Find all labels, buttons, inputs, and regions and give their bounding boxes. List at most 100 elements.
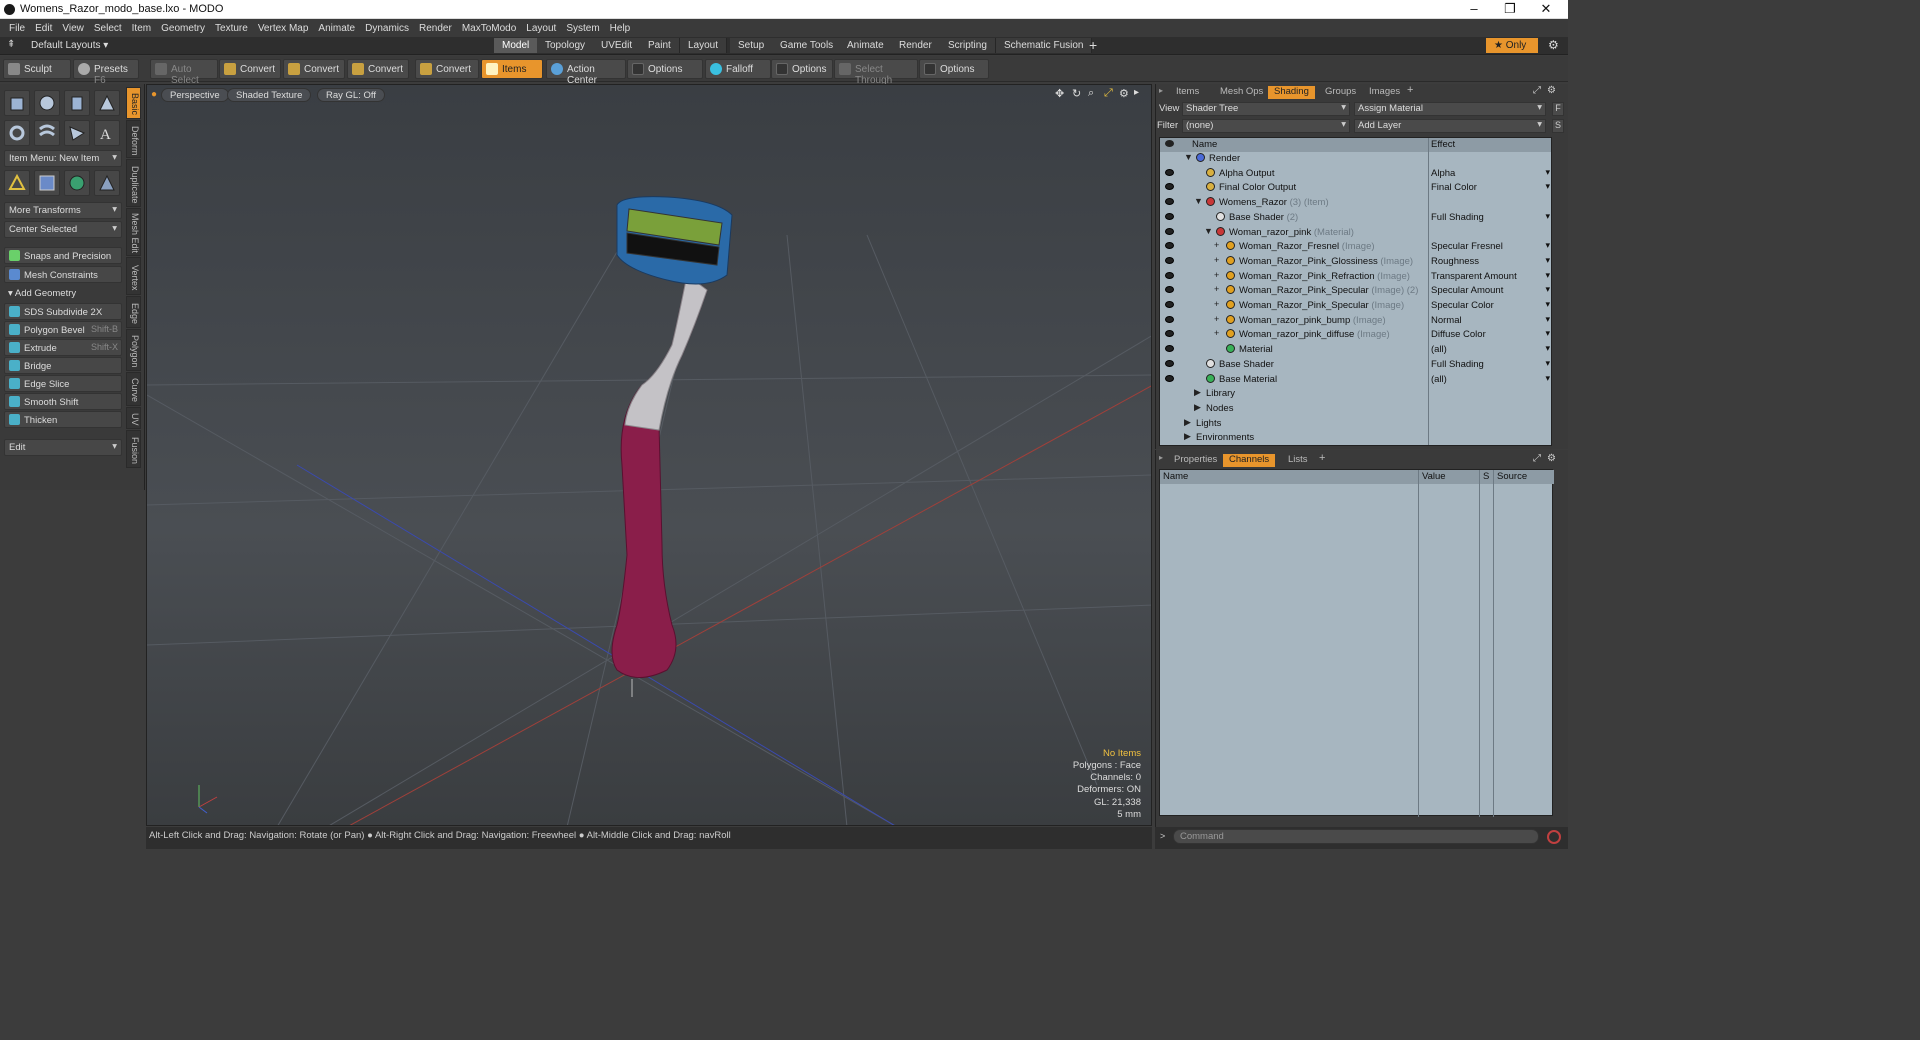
panel-gear-icon[interactable]: ⚙ [1547,85,1556,96]
layout-up-icon[interactable]: ⇞ [7,39,15,50]
effect-value[interactable]: Specular Fresnel [1431,241,1503,252]
sculpt-button[interactable]: Sculpt [3,59,71,79]
layout-dropdown[interactable]: Default Layouts ▾ [31,40,108,51]
add-geometry-header[interactable]: ▾ Add Geometry [4,286,122,301]
effect-dropdown-icon[interactable]: ▾ [1545,284,1550,295]
expand-toggle-icon[interactable]: + [1214,284,1219,294]
tool-thicken[interactable]: Thicken [4,411,122,428]
menu-system[interactable]: System [566,23,599,34]
tool-edge-slice[interactable]: Edge Slice [4,375,122,392]
tab-channels[interactable]: Channels [1223,454,1276,467]
add-layer-dropdown[interactable]: Add Layer [1354,119,1546,133]
effect-dropdown-icon[interactable]: ▾ [1545,343,1550,354]
tool-bridge[interactable]: Bridge [4,357,122,374]
options-button-2[interactable]: Options [771,59,833,79]
name-column-header[interactable]: Name [1192,139,1217,150]
expand-toggle-icon[interactable]: + [1214,255,1219,265]
panel-menu-icon[interactable]: ▸ [1159,86,1163,95]
panel-expand-icon[interactable]: ⤢ [1533,453,1541,464]
shader-tree-row[interactable]: + Woman_Razor_Pink_Specular (Image) (2) Sp… [1160,284,1551,299]
menu-maxtomodo[interactable]: MaxToModo [462,23,516,34]
command-input[interactable]: Command [1173,829,1539,844]
vtab-uv[interactable]: UV [126,407,141,429]
auto-select-button[interactable]: Auto Select [150,59,218,86]
menu-file[interactable]: File [9,23,25,34]
expand-toggle-icon[interactable]: ▼ [1194,196,1203,206]
expand-toggle-icon[interactable]: ▶ [1184,417,1191,428]
cube-icon[interactable] [4,90,30,116]
tool-smooth-shift[interactable]: Smooth Shift [4,393,122,410]
menu-help[interactable]: Help [610,23,631,34]
assign-material-button[interactable]: Assign Material [1354,102,1546,116]
visibility-eye-icon[interactable] [1165,301,1174,308]
menu-geometry[interactable]: Geometry [161,23,205,34]
expand-toggle-icon[interactable]: ▼ [1184,152,1193,162]
effect-value[interactable]: Alpha [1431,168,1455,179]
visibility-eye-icon[interactable] [1165,286,1174,294]
tube-icon[interactable] [34,120,60,146]
vtab-duplicate[interactable]: Duplicate [126,159,141,207]
tab-scripting[interactable]: Scripting [940,38,996,53]
expand-toggle-icon[interactable]: ▼ [1204,226,1213,236]
tool-extrude[interactable]: Extrude Shift-X [4,339,122,356]
zoom-icon[interactable]: ⌕ [1088,87,1094,100]
close-icon[interactable]: ✕ [1536,1,1556,17]
viewport-expand-icon[interactable]: ▸ [1134,87,1139,98]
menu-view[interactable]: View [62,23,84,34]
effect-dropdown-icon[interactable]: ▾ [1545,314,1550,325]
viewport-gear-icon[interactable]: ⚙ [1119,87,1129,100]
vtab-basic[interactable]: Basic [126,87,141,119]
shader-tree-row[interactable]: ▼ Render [1160,152,1551,167]
effect-value[interactable]: Full Shading [1431,212,1484,223]
channel-s-header[interactable]: S [1483,471,1489,482]
effect-dropdown-icon[interactable]: ▾ [1545,255,1550,266]
shader-tree-row[interactable]: + Woman_razor_pink_bump (Image) Normal ▾ [1160,314,1551,329]
channel-name-header[interactable]: Name [1163,471,1188,482]
add-tab-icon[interactable]: + [1319,452,1325,464]
cylinder-icon[interactable] [64,90,90,116]
minimize-icon[interactable]: – [1464,1,1484,16]
expand-toggle-icon[interactable]: ▶ [1194,387,1201,398]
falloff-button[interactable]: Falloff [705,59,771,79]
vtab-fusion[interactable]: Fusion [126,430,141,468]
pen-icon[interactable] [64,120,90,146]
options-button-1[interactable]: Options [627,59,703,79]
effect-dropdown-icon[interactable]: ▾ [1545,240,1550,251]
tab-items[interactable]: Items [1170,86,1205,99]
vtab-vertex[interactable]: Vertex [126,257,141,295]
only-toggle[interactable]: ★ Only [1486,38,1538,53]
shader-tree-row[interactable]: + Woman_Razor_Fresnel (Image) Specular Fre… [1160,240,1551,255]
visibility-eye-icon[interactable] [1165,374,1174,382]
vtab-mesh-edit[interactable]: Mesh Edit [126,208,141,256]
vtab-edge[interactable]: Edge [126,296,141,328]
vtab-curve[interactable]: Curve [126,372,141,406]
effect-value[interactable]: Roughness [1431,256,1479,267]
expand-toggle-icon[interactable]: + [1214,240,1219,250]
expand-toggle-icon[interactable]: + [1214,328,1219,338]
effect-dropdown-icon[interactable]: ▾ [1545,181,1550,192]
expand-toggle-icon[interactable]: + [1214,270,1219,280]
visibility-eye-icon[interactable] [1165,330,1174,338]
effect-value[interactable]: Diffuse Color [1431,329,1486,340]
edit-dropdown[interactable]: Edit [4,439,122,456]
visibility-eye-icon[interactable] [1165,242,1174,250]
f-button[interactable]: F [1552,102,1564,116]
tab-lists[interactable]: Lists [1282,454,1314,467]
effect-value[interactable]: Transparent Amount [1431,271,1517,282]
effect-dropdown-icon[interactable]: ▾ [1545,167,1550,178]
visibility-eye-icon[interactable] [1165,168,1174,176]
tab-render[interactable]: Render [891,38,941,53]
tab-layout[interactable]: Layout [680,38,728,53]
snaps-button[interactable]: Snaps and Precision [4,247,122,264]
tool-polygon-bevel[interactable]: Polygon Bevel Shift-B [4,321,122,338]
effect-column-header[interactable]: Effect [1431,139,1455,150]
panel-menu-icon[interactable]: ▸ [1159,453,1163,462]
effect-dropdown-icon[interactable]: ▾ [1545,358,1550,369]
visibility-eye-icon[interactable] [1165,212,1174,220]
effect-dropdown-icon[interactable]: ▾ [1545,211,1550,222]
shader-tree-row[interactable]: Material (all) ▾ [1160,343,1551,358]
record-icon[interactable] [1547,830,1561,844]
convert-button-2[interactable]: Convert [283,59,345,79]
menu-item[interactable]: Item [132,23,151,34]
visibility-eye-icon[interactable] [1165,256,1174,264]
